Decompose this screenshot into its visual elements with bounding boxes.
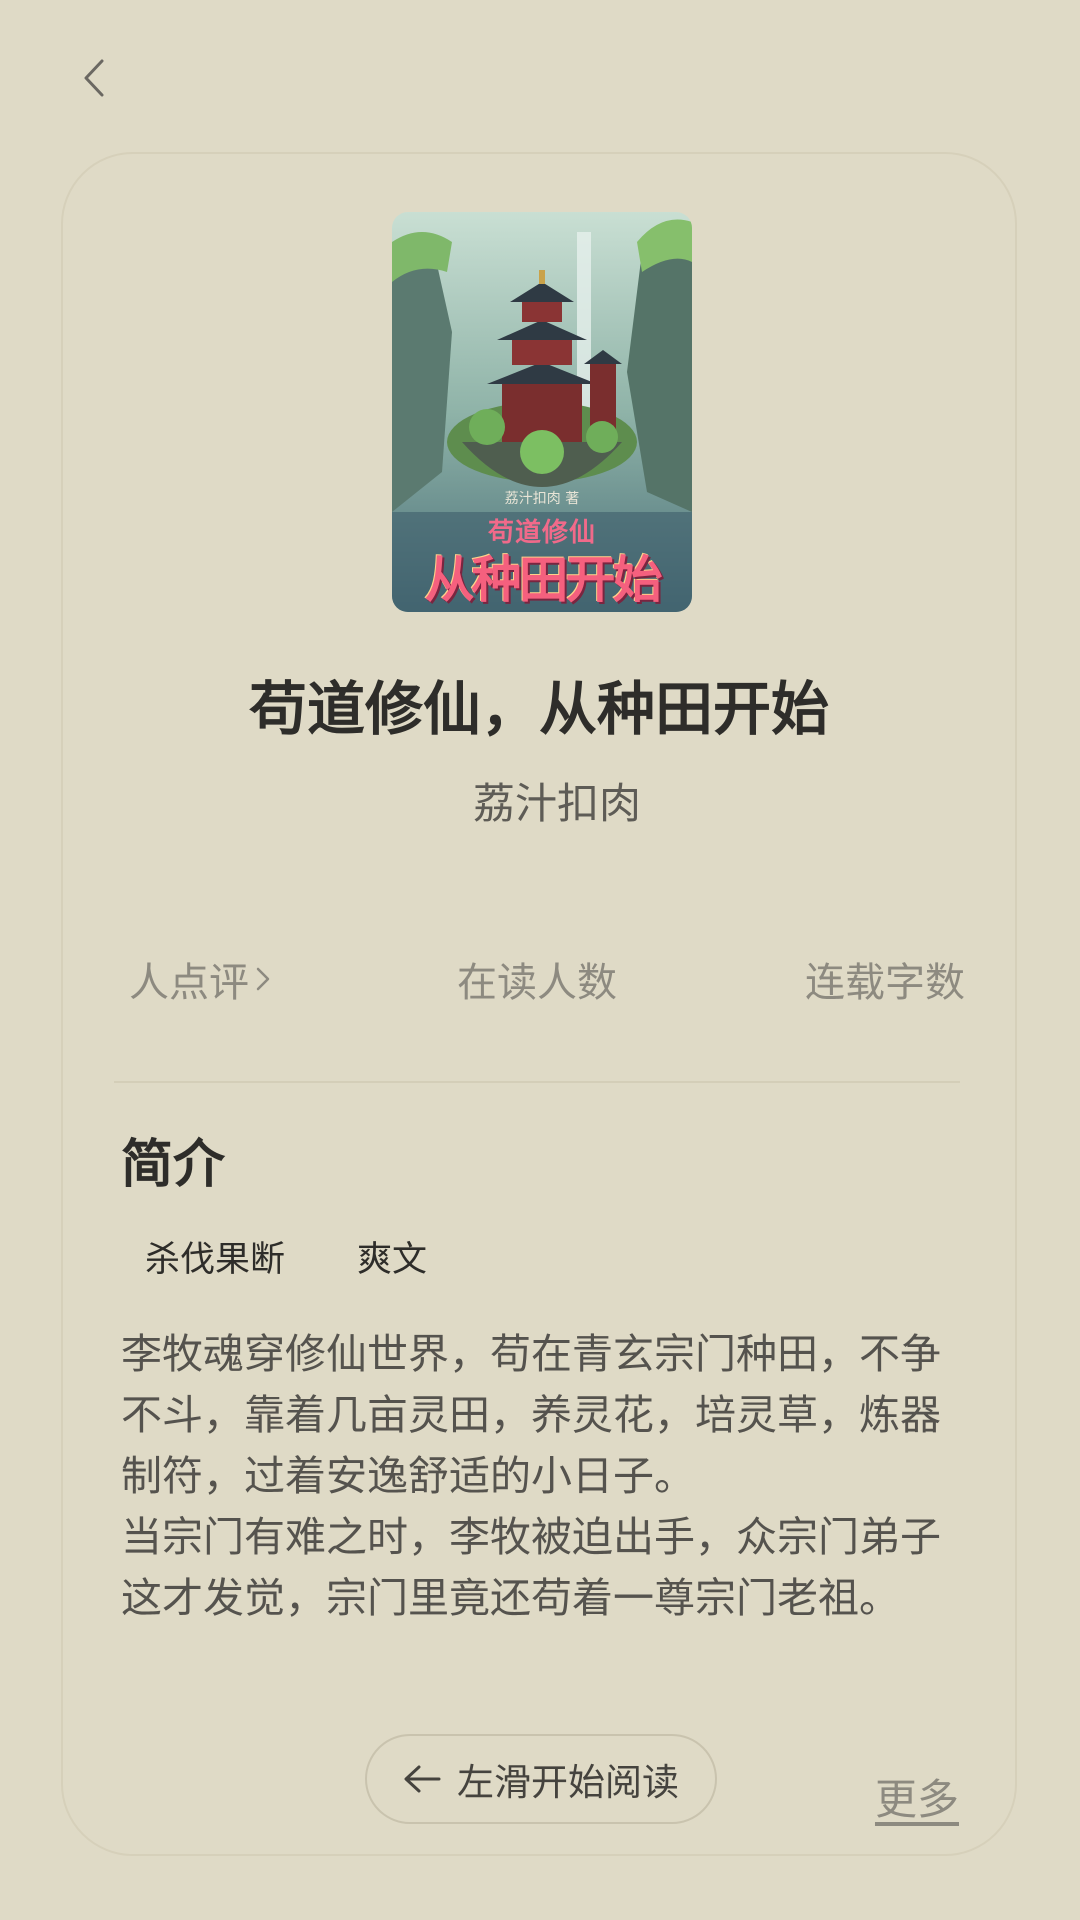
tag-list: 杀伐果断 爽文 [145,1231,499,1282]
more-link[interactable]: 更多 [875,1766,959,1827]
book-detail-screen: 荔汁扣肉 著 苟道修仙 从种田开始 苟道修仙，从种田开始 荔汁扣肉 人点评 在读… [0,0,1080,1920]
cover-main-title: 从种田开始 [424,551,663,609]
stat-reviews[interactable]: 人点评 [129,950,271,1008]
divider [114,1081,960,1083]
book-author[interactable]: 荔汁扣肉 [63,770,1015,831]
intro-heading: 简介 [121,1135,226,1195]
book-cover[interactable]: 荔汁扣肉 著 苟道修仙 从种田开始 [392,212,692,612]
stat-reviews-label: 人点评 [129,960,249,1006]
book-card: 荔汁扣肉 著 苟道修仙 从种田开始 苟道修仙，从种田开始 荔汁扣肉 人点评 在读… [61,152,1017,1856]
tag-item[interactable]: 爽文 [357,1231,427,1282]
chevron-right-icon [256,967,270,991]
tag-item[interactable]: 杀伐果断 [145,1231,285,1282]
book-title: 苟道修仙，从种田开始 [248,675,829,743]
start-reading-button[interactable]: 左滑开始阅读 [365,1734,717,1824]
chevron-left-icon [84,59,104,97]
stat-word-count: 连载字数 [805,960,965,1006]
start-reading-label: 左滑开始阅读 [457,1761,679,1804]
back-button[interactable] [70,50,118,106]
stat-readers: 在读人数 [457,960,617,1006]
cover-author-line: 荔汁扣肉 著 [504,491,580,507]
synopsis-text: 李牧魂穿修仙世界，苟在青玄宗门种田，不争 不斗，靠着几亩灵田，养灵花，培灵草，炼… [121,1330,941,1622]
arrow-left-icon [404,1765,441,1793]
